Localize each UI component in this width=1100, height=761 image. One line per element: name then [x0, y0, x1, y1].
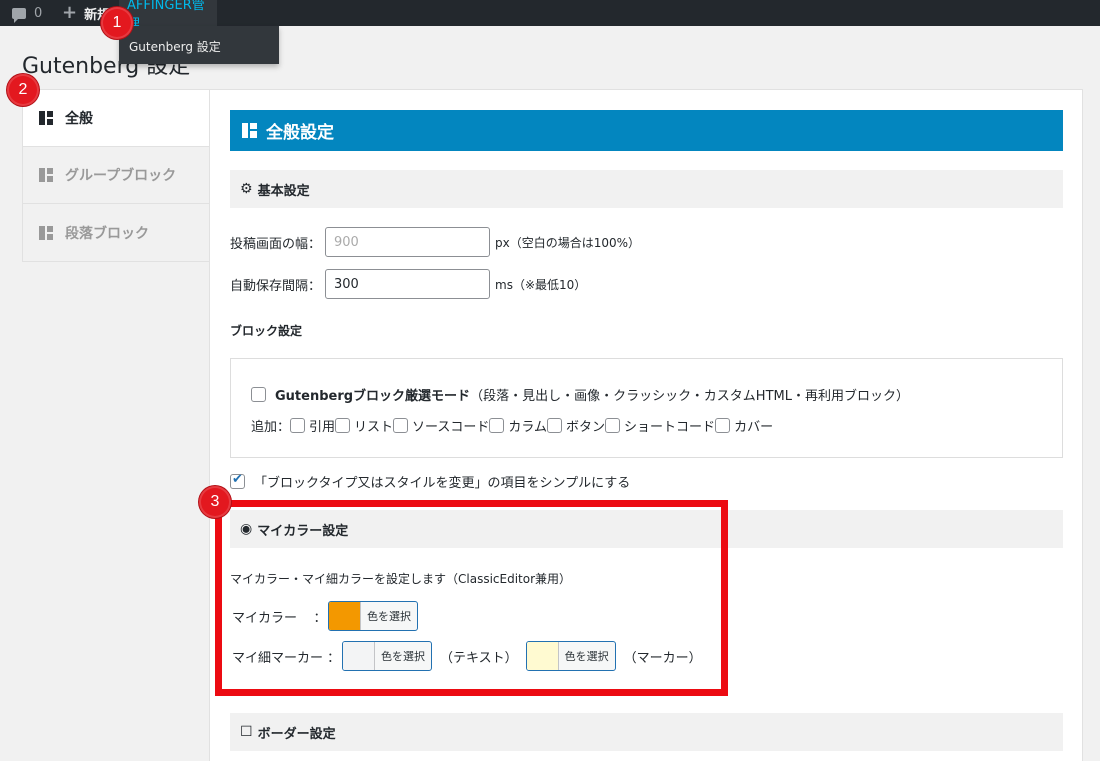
color-swatch: [343, 642, 375, 670]
width-label: 投稿画面の幅：: [230, 236, 322, 252]
dropdown-item-gutenberg-settings[interactable]: Gutenberg 設定: [129, 38, 221, 55]
marker-row: マイ細マーカー ： 色を選択 （テキスト） 色を選択 （マーカー）: [232, 641, 710, 671]
strict-mode-label: Gutenbergブロック厳選モード: [275, 389, 471, 404]
marker-marker-picker-button[interactable]: 色を選択: [525, 641, 616, 671]
tab-label: 段落ブロック: [65, 225, 149, 242]
grid-layout-icon: [39, 111, 53, 125]
select-color-label: 色を選択: [564, 650, 609, 663]
tab-group-block[interactable]: グループブロック: [23, 147, 209, 204]
section-title: 全般設定: [266, 123, 334, 143]
autosave-suffix: ms（※最低10）: [495, 277, 587, 292]
option-button[interactable]: ボタン: [547, 416, 605, 435]
simple-style-row: 「ブロックタイプ又はスタイルを変更」の項目をシンプルにする: [230, 472, 630, 491]
checkbox[interactable]: [335, 418, 351, 433]
admin-bar: 0 + 新規 AFFINGER管理: [0, 0, 1100, 32]
grid-layout-icon: [39, 168, 53, 182]
marker-text-picker-button[interactable]: 色を選択: [342, 641, 432, 671]
subhead-title: マイカラー設定: [257, 523, 349, 539]
mycolor-row: マイカラー ： 色を選択: [232, 601, 418, 631]
option-quote[interactable]: 引用: [290, 416, 335, 435]
option-label: 引用: [309, 420, 336, 435]
option-column[interactable]: カラム: [489, 416, 547, 435]
subhead-mycolor: ◉ マイカラー設定: [230, 510, 1063, 548]
option-label: ボタン: [566, 420, 606, 435]
admin-bar-comments[interactable]: 0: [12, 0, 42, 26]
checkbox[interactable]: [290, 418, 306, 433]
option-cover[interactable]: カバー: [715, 416, 773, 435]
color-swatch: [329, 602, 361, 630]
block-settings-label: ブロック設定: [230, 324, 303, 338]
marker-label: マイ細マーカー ：: [232, 650, 341, 666]
tab-general[interactable]: 全般: [23, 90, 209, 147]
simple-style-checkbox[interactable]: [230, 472, 245, 489]
grid-layout-icon: [242, 123, 257, 138]
checkbox[interactable]: [605, 418, 621, 433]
comments-count: 0: [34, 5, 43, 21]
comment-bubble-icon: [12, 7, 26, 23]
option-source-code[interactable]: ソースコード: [393, 416, 489, 435]
option-label: カラム: [508, 420, 548, 435]
color-swatch: [526, 642, 559, 670]
strict-mode-description: （段落・見出し・画像・クラッシック・カスタムHTML・再利用ブロック）: [470, 389, 909, 404]
block-settings-box: Gutenbergブロック厳選モード （段落・見出し・画像・クラッシック・カスタ…: [230, 358, 1063, 458]
user-circle-icon: ◉: [240, 521, 253, 537]
checkbox[interactable]: [489, 418, 505, 433]
width-row: 投稿画面の幅： 900 px（空白の場合は100%）: [230, 227, 640, 257]
step-badge-1: 1: [101, 7, 133, 39]
checkbox[interactable]: [715, 418, 731, 433]
admin-bar-affinger[interactable]: AFFINGER管理: [119, 0, 217, 32]
mycolor-label: マイカラー ：: [232, 610, 327, 626]
mycolor-picker-button[interactable]: 色を選択: [328, 601, 418, 631]
strict-mode-checkbox[interactable]: [251, 387, 266, 402]
settings-tabs: 全般 グループブロック 段落ブロック: [22, 89, 209, 262]
width-suffix: px（空白の場合は100%）: [495, 235, 641, 250]
subhead-border: ☐ ボーダー設定: [230, 713, 1063, 751]
add-label: 追加：: [251, 420, 291, 435]
select-color-label: 色を選択: [381, 650, 425, 663]
subhead-title: 基本設定: [257, 183, 310, 199]
autosave-label: 自動保存間隔：: [230, 278, 322, 294]
tab-label: グループブロック: [65, 168, 177, 184]
grid-layout-icon: [39, 225, 53, 240]
option-label: リスト: [354, 420, 394, 435]
checkbox[interactable]: [393, 418, 409, 433]
gear-icon: ⚙: [240, 181, 253, 197]
affinger-dropdown-menu: Gutenberg 設定: [119, 26, 279, 64]
section-header-general: 全般設定: [230, 110, 1063, 151]
option-label: カバー: [734, 420, 774, 435]
autosave-row: 自動保存間隔： 300 ms（※最低10）: [230, 269, 586, 299]
marker-paren-label: （マーカー）: [623, 650, 702, 666]
option-list[interactable]: リスト: [335, 416, 393, 435]
mycolor-description: マイカラー・マイ細カラーを設定します（ClassicEditor兼用）: [230, 572, 572, 586]
square-outline-icon: ☐: [240, 724, 253, 740]
add-blocks-row: 追加： 引用 リスト ソースコード カラム ボタン ショートコード カバー: [251, 416, 773, 435]
tab-label: 全般: [65, 111, 93, 127]
text-paren-label: （テキスト）: [440, 650, 518, 666]
strict-mode-row: Gutenbergブロック厳選モード （段落・見出し・画像・クラッシック・カスタ…: [251, 385, 909, 404]
select-color-label: 色を選択: [367, 610, 411, 623]
option-label: ソースコード: [412, 420, 490, 435]
simple-style-label: 「ブロックタイプ又はスタイルを変更」の項目をシンプルにする: [254, 476, 631, 491]
autosave-input[interactable]: 300: [325, 269, 490, 299]
option-shortcode[interactable]: ショートコード: [605, 416, 715, 435]
subhead-title: ボーダー設定: [257, 726, 336, 742]
checkbox[interactable]: [547, 418, 563, 433]
subhead-basic: ⚙ 基本設定: [230, 170, 1063, 208]
width-input[interactable]: 900: [325, 227, 490, 257]
option-label: ショートコード: [624, 420, 716, 435]
step-badge-3: 3: [199, 486, 231, 518]
step-badge-2: 2: [7, 74, 39, 106]
plus-icon: +: [62, 2, 78, 23]
tab-paragraph-block[interactable]: 段落ブロック: [23, 204, 209, 261]
settings-panel: 全般設定 ⚙ 基本設定 投稿画面の幅： 900 px（空白の場合は100%） 自…: [209, 89, 1083, 761]
